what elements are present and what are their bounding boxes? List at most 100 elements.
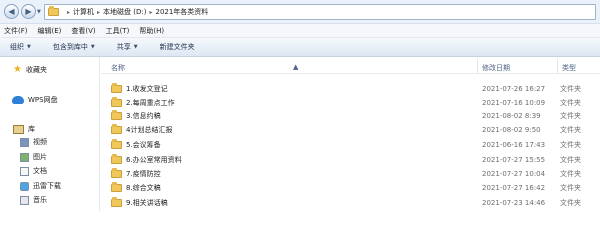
navigation-pane: ★ 收藏夹 WPS网盘 库 视频 图片 文档 迅雷下载 音乐 <box>0 57 100 211</box>
organize-button[interactable]: 组织 ▼ <box>10 42 31 52</box>
file-row[interactable]: 8.综合文稿 2021-07-27 16:42 文件夹 <box>101 181 600 194</box>
new-folder-label: 新建文件夹 <box>159 43 195 51</box>
new-folder-button[interactable]: 新建文件夹 <box>160 42 195 52</box>
include-in-library-label: 包含到库中 <box>52 43 88 51</box>
menu-help[interactable]: 帮助(H) <box>139 26 164 36</box>
nav-music-label: 音乐 <box>33 196 47 204</box>
nav-favorites[interactable]: ★ 收藏夹 <box>13 64 47 76</box>
file-row[interactable]: 5.会议筹备 2021-06-16 17:43 文件夹 <box>101 138 600 151</box>
file-type: 文件夹 <box>560 169 581 178</box>
nav-library[interactable]: 库 <box>13 123 35 135</box>
file-type: 文件夹 <box>560 140 581 149</box>
music-icon <box>20 195 29 205</box>
breadcrumb-computer[interactable]: 计算机 <box>73 7 94 17</box>
file-type: 文件夹 <box>560 84 581 93</box>
menu-view[interactable]: 查看(V) <box>71 26 95 36</box>
forward-arrow-icon: ▶ <box>25 6 32 16</box>
menu-bar: 文件(F) 编辑(E) 查看(V) 工具(T) 帮助(H) <box>0 24 600 38</box>
file-type: 文件夹 <box>560 183 581 192</box>
include-in-library-button[interactable]: 包含到库中 ▼ <box>53 42 95 52</box>
folder-icon <box>111 181 122 192</box>
file-name: 9.相关讲话稿 <box>126 198 168 207</box>
file-type: 文件夹 <box>560 111 581 120</box>
file-date: 2021-07-27 10:04 <box>482 169 546 178</box>
command-toolbar: 组织 ▼ 包含到库中 ▼ 共享 ▼ 新建文件夹 <box>0 38 600 57</box>
forward-button[interactable]: ▶ <box>21 4 36 19</box>
file-list: ▲ 名称 修改日期 类型 1.收发文登记 2021-07-26 16:27 文件… <box>101 57 600 211</box>
column-header-type[interactable]: 类型 <box>562 63 576 73</box>
folder-icon <box>111 82 122 93</box>
file-name: 7.疫情防控 <box>126 169 161 178</box>
chevron-down-icon: ▼ <box>27 44 31 50</box>
document-icon <box>20 166 29 176</box>
back-arrow-icon: ◀ <box>8 6 15 16</box>
column-divider[interactable] <box>477 59 478 73</box>
file-row[interactable]: 4计划总结汇报 2021-08-02 9:50 文件夹 <box>101 123 600 136</box>
library-icon <box>13 124 24 134</box>
file-row[interactable]: 2.每周重点工作 2021-07-16 10:09 文件夹 <box>101 96 600 109</box>
file-name: 3.信息约稿 <box>126 111 161 120</box>
file-date: 2021-07-26 16:27 <box>482 84 546 93</box>
nav-videos-label: 视频 <box>33 138 47 146</box>
file-row[interactable]: 6.办公室常用资料 2021-07-27 15:55 文件夹 <box>101 153 600 166</box>
address-bar-row: ◀ ▶ ▼ ▸ 计算机 ▸ 本地磁盘 (D:) ▸ 2021年各类资料 <box>0 0 600 24</box>
file-date: 2021-07-16 10:09 <box>482 98 546 107</box>
file-date: 2021-07-23 14:46 <box>482 198 546 207</box>
file-date: 2021-08-02 9:50 <box>482 125 541 134</box>
nav-wps-cloud[interactable]: WPS网盘 <box>12 94 58 106</box>
column-header-row: ▲ 名称 修改日期 类型 <box>101 57 600 74</box>
file-date: 2021-07-27 15:55 <box>482 155 546 164</box>
share-label: 共享 <box>116 43 131 51</box>
nav-library-documents[interactable]: 文档 <box>20 165 47 177</box>
nav-library-pictures[interactable]: 图片 <box>20 151 47 163</box>
folder-icon <box>48 6 59 16</box>
address-bar[interactable]: ▸ 计算机 ▸ 本地磁盘 (D:) ▸ 2021年各类资料 <box>44 4 596 20</box>
nav-library-label: 库 <box>28 125 35 133</box>
breadcrumb-separator[interactable]: ▸ <box>67 9 70 16</box>
column-divider[interactable] <box>557 59 558 73</box>
breadcrumb-local-disk[interactable]: 本地磁盘 (D:) <box>103 7 146 17</box>
nav-library-videos[interactable]: 视频 <box>20 136 47 148</box>
menu-file[interactable]: 文件(F) <box>4 26 28 36</box>
folder-icon <box>111 153 122 164</box>
folder-icon <box>111 167 122 178</box>
file-name: 8.综合文稿 <box>126 183 161 192</box>
folder-icon <box>111 96 122 107</box>
menu-edit[interactable]: 编辑(E) <box>38 26 62 36</box>
file-name: 5.会议筹备 <box>126 140 161 149</box>
chevron-down-icon: ▼ <box>90 44 95 50</box>
column-header-date[interactable]: 修改日期 <box>482 63 510 73</box>
sort-indicator-icon: ▲ <box>293 63 299 71</box>
nav-downloads-label: 迅雷下载 <box>33 182 61 190</box>
chevron-down-icon: ▼ <box>133 44 138 50</box>
menu-tools[interactable]: 工具(T) <box>106 26 130 36</box>
download-icon <box>20 181 29 191</box>
file-type: 文件夹 <box>560 155 581 164</box>
file-row[interactable]: 9.相关讲话稿 2021-07-23 14:46 文件夹 <box>101 196 600 209</box>
breadcrumb-current-folder[interactable]: 2021年各类资料 <box>155 7 208 17</box>
file-row[interactable]: 3.信息约稿 2021-08-02 8:39 文件夹 <box>101 109 600 122</box>
breadcrumb-separator[interactable]: ▸ <box>149 9 152 16</box>
file-date: 2021-08-02 8:39 <box>482 111 541 120</box>
file-row[interactable]: 7.疫情防控 2021-07-27 10:04 文件夹 <box>101 167 600 180</box>
file-date: 2021-07-27 16:42 <box>482 183 546 192</box>
breadcrumb-separator[interactable]: ▸ <box>97 9 100 16</box>
nav-library-thunder-downloads[interactable]: 迅雷下载 <box>20 180 61 192</box>
share-button[interactable]: 共享 ▼ <box>117 42 138 52</box>
folder-icon <box>111 109 122 120</box>
picture-icon <box>20 152 29 162</box>
nav-wps-label: WPS网盘 <box>28 96 58 104</box>
nav-pictures-label: 图片 <box>33 153 47 161</box>
file-name: 6.办公室常用资料 <box>126 155 182 164</box>
video-icon <box>20 137 29 147</box>
file-type: 文件夹 <box>560 98 581 107</box>
folder-icon <box>111 138 122 149</box>
recent-pages-dropdown-icon[interactable]: ▼ <box>37 9 41 15</box>
nav-library-music[interactable]: 音乐 <box>20 194 47 206</box>
file-row[interactable]: 1.收发文登记 2021-07-26 16:27 文件夹 <box>101 82 600 95</box>
nav-documents-label: 文档 <box>33 167 47 175</box>
column-header-name[interactable]: 名称 <box>111 63 125 73</box>
back-button[interactable]: ◀ <box>4 4 19 19</box>
folder-icon <box>111 123 122 134</box>
file-date: 2021-06-16 17:43 <box>482 140 546 149</box>
